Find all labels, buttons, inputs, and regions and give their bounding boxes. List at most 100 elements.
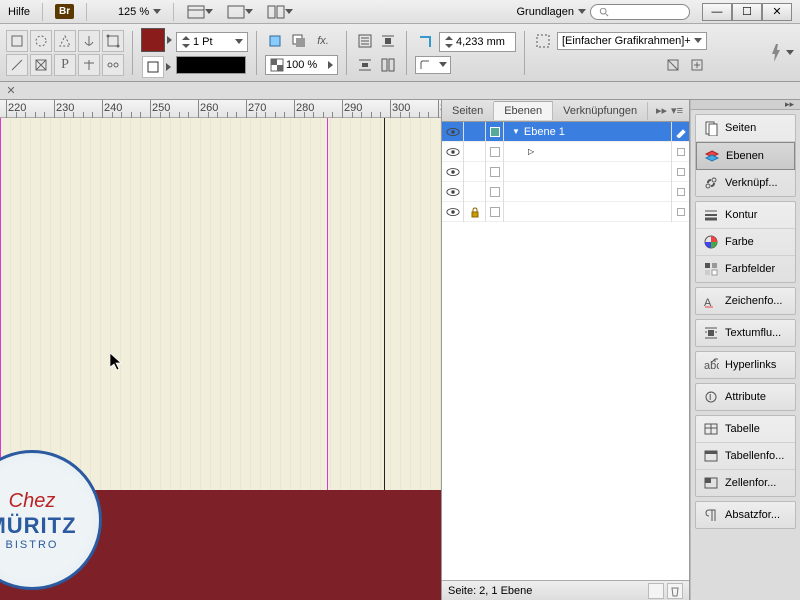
target-icon[interactable]	[671, 122, 689, 142]
layer-row[interactable]: ▼Ebene 1	[442, 122, 689, 142]
panel-collapse-icon[interactable]: ▸▸	[656, 104, 667, 117]
corner-options-icon[interactable]	[415, 32, 435, 52]
effects-button[interactable]	[265, 31, 285, 51]
dock-button-wrap[interactable]: Textumflu...	[696, 320, 795, 346]
fill-swatch[interactable]	[141, 28, 165, 52]
target-icon[interactable]	[671, 162, 689, 182]
tool-frame-icon[interactable]	[30, 54, 52, 76]
stroke-swatch[interactable]	[142, 56, 164, 78]
panel-menu-icon[interactable]: ▾≡	[671, 104, 683, 117]
tool-rect-icon[interactable]	[6, 30, 28, 52]
quick-apply-icon[interactable]	[766, 41, 786, 65]
new-layer-button[interactable]	[648, 583, 664, 599]
target-icon[interactable]	[671, 142, 689, 162]
bridge-button[interactable]: Br	[55, 4, 74, 19]
dock-button-hyper[interactable]: abcHyperlinks	[696, 352, 795, 378]
opacity-field[interactable]	[265, 55, 338, 75]
tab-verknuepfungen[interactable]: Verknüpfungen	[553, 102, 648, 120]
dock-button-cellstyle[interactable]: Zellenfor...	[696, 470, 795, 496]
delete-layer-button[interactable]	[667, 583, 683, 599]
frame-fitting-icon[interactable]	[533, 31, 553, 51]
layer-list[interactable]: ▼Ebene 1▷	[442, 122, 689, 580]
layer-row[interactable]	[442, 182, 689, 202]
tool-balance-icon[interactable]	[78, 54, 100, 76]
layer-row[interactable]	[442, 162, 689, 182]
dock-button-char[interactable]: AZeichenfo...	[696, 288, 795, 314]
arrow-icon	[328, 61, 333, 69]
object-style-label: [Einfacher Grafikrahmen]+	[562, 35, 691, 47]
clear-overrides-icon[interactable]	[663, 55, 683, 75]
dock-button-stroke[interactable]: Kontur	[696, 202, 795, 229]
corner-radius-input[interactable]	[456, 36, 511, 48]
text-wrap-none-icon[interactable]	[355, 31, 375, 51]
screen-mode-button[interactable]	[226, 2, 254, 22]
tool-line-icon[interactable]	[6, 54, 28, 76]
stroke-weight-field[interactable]	[176, 32, 248, 52]
tool-distribute-icon[interactable]	[102, 54, 124, 76]
document-canvas[interactable]: Chez MÜRITZ BISTRO // stripes	[0, 118, 441, 600]
visibility-toggle[interactable]	[442, 122, 464, 142]
target-icon[interactable]	[671, 202, 689, 222]
text-wrap-jump-icon[interactable]	[355, 55, 375, 75]
tool-poly-icon[interactable]	[54, 30, 76, 52]
corner-shape-dropdown[interactable]	[415, 56, 451, 74]
selection-tool-grid: P	[6, 30, 124, 76]
text-wrap-around-icon[interactable]	[378, 31, 398, 51]
tab-close-button[interactable]: ✕	[4, 84, 18, 98]
zoom-input[interactable]	[99, 6, 149, 18]
stroke-weight-input[interactable]	[193, 36, 233, 48]
visibility-toggle[interactable]	[442, 142, 464, 162]
corner-icon	[419, 59, 431, 71]
opacity-input[interactable]	[286, 59, 326, 71]
visibility-toggle[interactable]	[442, 202, 464, 222]
new-style-icon[interactable]	[687, 55, 707, 75]
minimize-button[interactable]: —	[702, 3, 732, 21]
horizontal-ruler[interactable]: 2202302402502602702802903003	[0, 100, 441, 118]
lock-toggle[interactable]	[464, 142, 486, 162]
dock-button-attr[interactable]: iAttribute	[696, 384, 795, 410]
layer-row[interactable]: ▷	[442, 142, 689, 162]
tool-type-icon[interactable]: P	[54, 54, 76, 76]
dock-label: Verknüpf...	[725, 177, 778, 189]
dock-label: Zellenfor...	[725, 477, 776, 489]
lock-toggle[interactable]	[464, 162, 486, 182]
fx-button[interactable]: fx.	[313, 31, 333, 51]
search-field[interactable]	[590, 4, 690, 20]
tool-anchor-icon[interactable]	[78, 30, 100, 52]
dock-collapse-icon[interactable]: ▸▸	[785, 99, 794, 110]
dock-button-para[interactable]: Absatzfor...	[696, 502, 795, 528]
dock-button-layers[interactable]: Ebenen	[696, 142, 795, 170]
tab-ebenen[interactable]: Ebenen	[494, 101, 553, 120]
dock-button-swatches[interactable]: Farbfelder	[696, 256, 795, 282]
attr-icon: i	[703, 389, 719, 405]
maximize-button[interactable]: ☐	[732, 3, 762, 21]
text-wrap-column-icon[interactable]	[378, 55, 398, 75]
visibility-toggle[interactable]	[442, 162, 464, 182]
close-button[interactable]: ✕	[762, 3, 792, 21]
dock-button-tablestyle[interactable]: Tabellenfo...	[696, 443, 795, 470]
dropdown-icon	[694, 38, 702, 43]
dock-button-pages[interactable]: Seiten	[696, 115, 795, 142]
view-options-button[interactable]	[186, 2, 214, 22]
lock-toggle[interactable]	[464, 182, 486, 202]
workspace-switcher[interactable]: Grundlagen	[517, 6, 575, 18]
dock-button-table[interactable]: Tabelle	[696, 416, 795, 443]
tool-ellipse-icon[interactable]	[30, 30, 52, 52]
stroke-style-dropdown[interactable]	[176, 56, 246, 74]
lock-toggle[interactable]	[464, 122, 486, 142]
drop-shadow-button[interactable]	[289, 31, 309, 51]
arrange-button[interactable]	[266, 2, 294, 22]
object-style-dropdown[interactable]: [Einfacher Grafikrahmen]+	[557, 32, 707, 50]
tab-seiten[interactable]: Seiten	[442, 102, 494, 120]
tool-transform-icon[interactable]	[102, 30, 124, 52]
menu-help[interactable]: Hilfe	[8, 6, 30, 18]
visibility-toggle[interactable]	[442, 182, 464, 202]
layer-row[interactable]	[442, 202, 689, 222]
target-icon[interactable]	[671, 182, 689, 202]
zoom-level[interactable]	[99, 6, 161, 18]
dock-button-color[interactable]: Farbe	[696, 229, 795, 256]
thumbnail	[486, 142, 504, 162]
lock-toggle[interactable]	[464, 202, 486, 222]
dock-button-links[interactable]: Verknüpf...	[696, 170, 795, 196]
corner-radius-field[interactable]	[439, 32, 516, 52]
